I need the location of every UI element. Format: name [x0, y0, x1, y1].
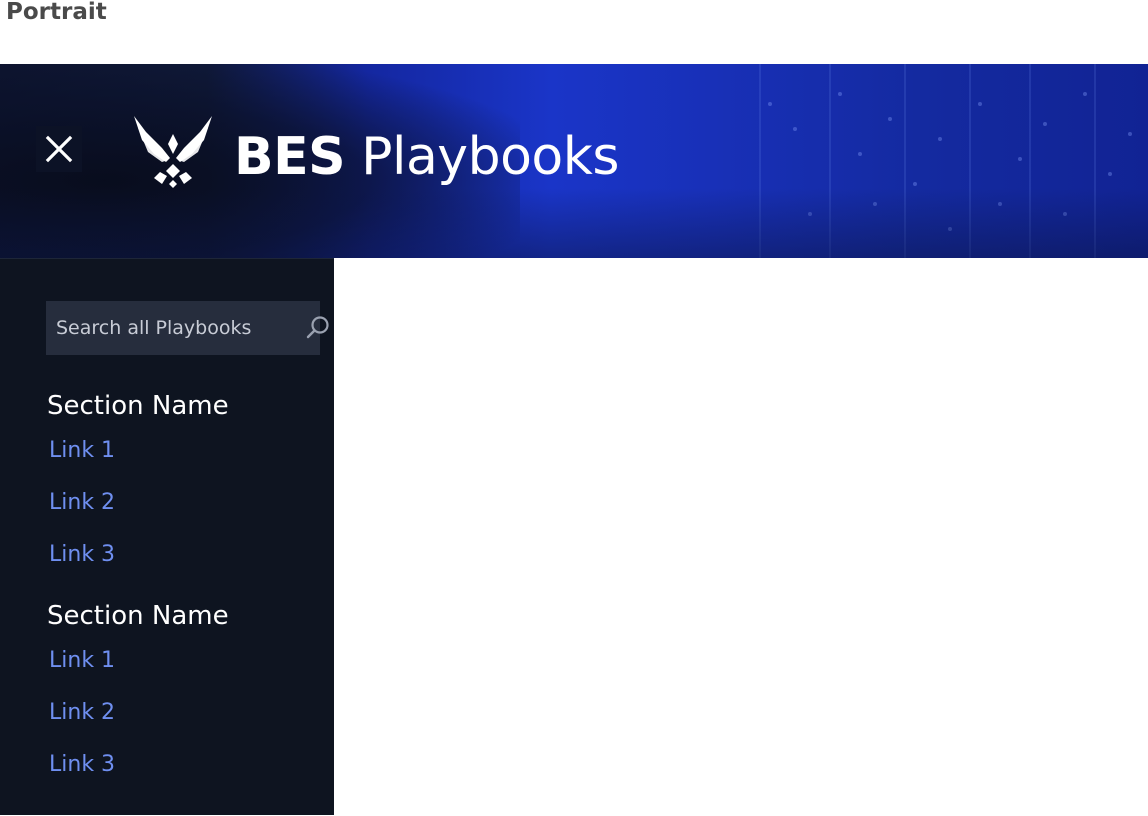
search-box: [46, 301, 329, 355]
site-header: BES Playbooks: [0, 64, 1148, 258]
site-title[interactable]: BES Playbooks: [234, 122, 619, 192]
section-title: Section Name: [47, 601, 229, 631]
section-title: Section Name: [47, 391, 229, 421]
section-1-link-3[interactable]: Link 3: [49, 540, 115, 570]
header-bottom-shade: [0, 188, 1148, 258]
section-2-link-1[interactable]: Link 1: [49, 646, 115, 676]
search-icon[interactable]: [304, 314, 332, 342]
section-1-link-2[interactable]: Link 2: [49, 488, 115, 518]
close-menu-button[interactable]: [36, 126, 82, 172]
sidebar-nav: Section Name Link 1 Link 2 Link 3 Sectio…: [0, 258, 334, 815]
section-2-link-2[interactable]: Link 2: [49, 698, 115, 728]
site-title-strong: BES: [234, 127, 346, 187]
section-2-link-3[interactable]: Link 3: [49, 750, 115, 780]
section-1-link-1[interactable]: Link 1: [49, 436, 115, 466]
air-force-wings-logo-icon: [134, 116, 212, 188]
search-input[interactable]: [46, 301, 251, 355]
page-label: Portrait: [6, 0, 107, 25]
site-title-light: Playbooks: [361, 127, 619, 187]
close-icon: [45, 135, 73, 163]
